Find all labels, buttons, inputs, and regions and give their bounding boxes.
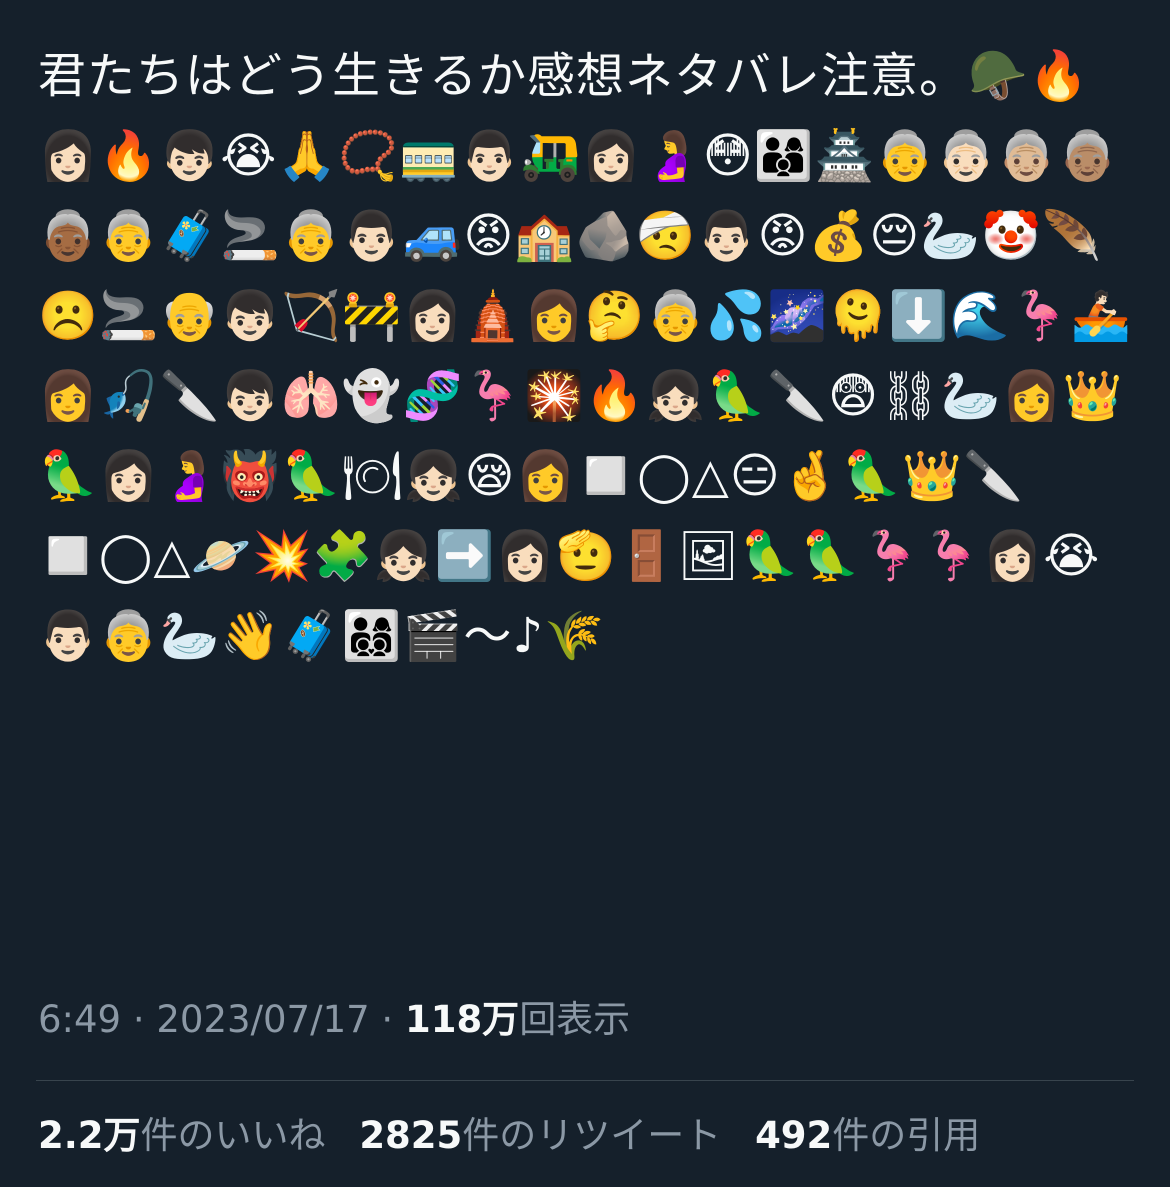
tweet-time[interactable]: 6:49 bbox=[38, 998, 121, 1041]
tweet-meta: 6:49 · 2023/07/17 · 118万回表示 bbox=[38, 996, 630, 1044]
tweet-stats: 2.2万件のいいね 2825件のリツイート 492件の引用 bbox=[38, 1112, 980, 1160]
retweets-count: 2825 bbox=[359, 1114, 463, 1157]
quotes-count: 492 bbox=[755, 1114, 833, 1157]
divider bbox=[36, 1080, 1134, 1081]
views-count: 118万 bbox=[404, 998, 520, 1041]
likes-stat[interactable]: 2.2万件のいいね bbox=[38, 1112, 326, 1160]
likes-count: 2.2万 bbox=[38, 1114, 141, 1157]
retweets-label: 件のリツイート bbox=[462, 1114, 722, 1157]
meta-separator: · bbox=[369, 998, 405, 1041]
quotes-stat[interactable]: 492件の引用 bbox=[755, 1112, 980, 1160]
meta-separator: · bbox=[121, 998, 157, 1041]
quotes-label: 件の引用 bbox=[832, 1114, 981, 1157]
likes-label: 件のいいね bbox=[140, 1114, 326, 1157]
tweet-text: 君たちはどう生きるか感想ネタバレ注意。🪖🔥👩🏻🔥👦🏻😭🙏📿🚃👨🏻🛺👩🏻🤰😳👨‍👩… bbox=[38, 48, 1132, 664]
retweets-stat[interactable]: 2825件のリツイート bbox=[359, 1112, 721, 1160]
tweet-date[interactable]: 2023/07/17 bbox=[156, 998, 369, 1041]
views-label: 回表示 bbox=[519, 998, 631, 1041]
